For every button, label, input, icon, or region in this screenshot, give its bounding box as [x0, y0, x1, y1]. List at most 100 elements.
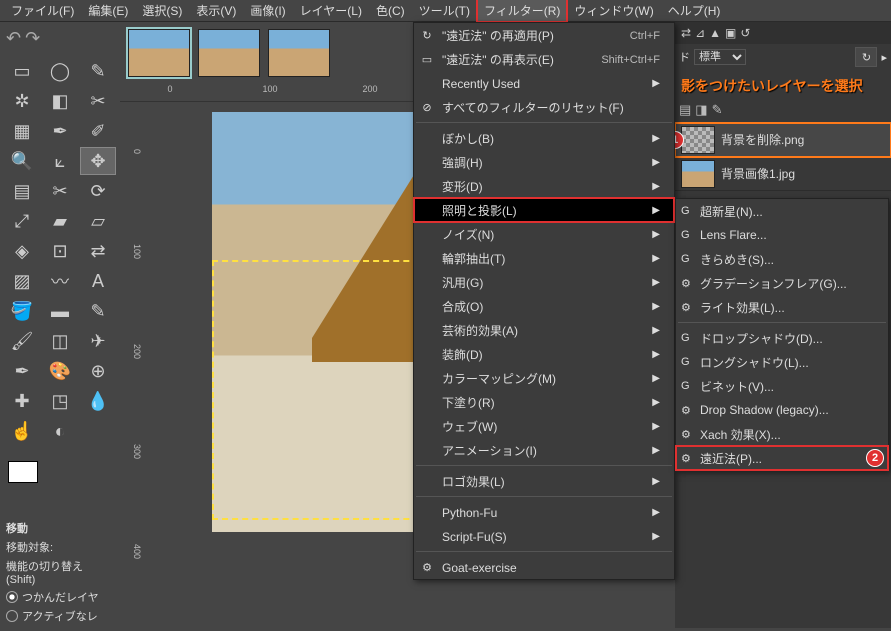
tool-mypaint[interactable]: 🎨: [42, 357, 78, 385]
menu-windows[interactable]: ウィンドウ(W): [567, 0, 660, 22]
submenu-gradient-flare[interactable]: ⚙グラデーションフレア(G)...: [676, 271, 888, 295]
menu-view[interactable]: 表示(V): [189, 0, 243, 22]
menu-select[interactable]: 選択(S): [135, 0, 189, 22]
undo-icon[interactable]: ↶: [6, 28, 21, 49]
tool-color-picker[interactable]: ✐: [80, 117, 116, 145]
tool-paths[interactable]: ✒: [42, 117, 78, 145]
tool-unified[interactable]: ◈: [4, 237, 40, 265]
submenu-long-shadow[interactable]: Gロングシャドウ(L)...: [676, 350, 888, 374]
radio-pick-layer[interactable]: つかんだレイヤ: [6, 589, 114, 605]
filters-distort[interactable]: 変形(D)▶: [414, 174, 674, 198]
menu-layer[interactable]: レイヤー(L): [293, 0, 369, 22]
menu-colors[interactable]: 色(C): [369, 0, 412, 22]
layer-row[interactable]: 背景画像1.jpg: [675, 157, 891, 191]
tool-foreground[interactable]: ▦: [4, 117, 40, 145]
tool-scale[interactable]: ⤢: [4, 207, 40, 235]
tool-text[interactable]: A: [80, 267, 116, 295]
tool-bucket[interactable]: 🪣: [4, 297, 40, 325]
tool-move[interactable]: ✥: [80, 147, 116, 175]
filters-animation[interactable]: アニメーション(I)▶: [414, 438, 674, 462]
submenu-lens-flare[interactable]: GLens Flare...: [676, 223, 888, 247]
tool-rotate[interactable]: ⟳: [80, 177, 116, 205]
pointer-icon[interactable]: ⊿: [695, 26, 705, 40]
menu-file[interactable]: ファイル(F): [4, 0, 81, 22]
menu-edit[interactable]: 編集(E): [81, 0, 135, 22]
filters-recent[interactable]: Recently Used▶: [414, 71, 674, 95]
radio-active-layer[interactable]: アクティブなレ: [6, 608, 114, 624]
tool-measure[interactable]: ⟀: [42, 147, 78, 175]
filters-python-fu[interactable]: Python-Fu▶: [414, 500, 674, 524]
tool-paintbrush[interactable]: 🖌: [4, 327, 40, 355]
filters-enhance[interactable]: 強調(H)▶: [414, 150, 674, 174]
filters-render[interactable]: 下塗り(R)▶: [414, 390, 674, 414]
layer-mode-select[interactable]: 標準: [694, 49, 746, 65]
tool-scissors[interactable]: ✂: [80, 87, 116, 115]
tool-ink[interactable]: ✒: [4, 357, 40, 385]
menu-tools[interactable]: ツール(T): [412, 0, 477, 22]
tool-perspective-clone[interactable]: ◳: [42, 387, 78, 415]
refresh-icon[interactable]: ↻: [855, 47, 877, 67]
tool-flip[interactable]: ⇄: [80, 237, 116, 265]
filters-light-shadow[interactable]: 照明と投影(L)▶: [414, 198, 674, 222]
tool-shear[interactable]: ▰: [42, 207, 78, 235]
tool-blur[interactable]: 💧: [80, 387, 116, 415]
submenu-supernova[interactable]: G超新星(N)...: [676, 199, 888, 223]
tool-clone[interactable]: ⊕: [80, 357, 116, 385]
submenu-lighting[interactable]: ⚙ライト効果(L)...: [676, 295, 888, 319]
tool-heal[interactable]: ✚: [4, 387, 40, 415]
filters-combine[interactable]: 合成(O)▶: [414, 294, 674, 318]
menu-arrow-icon[interactable]: ▸: [881, 51, 887, 64]
filters-generic[interactable]: 汎用(G)▶: [414, 270, 674, 294]
tool-warp[interactable]: 〰: [42, 267, 78, 295]
filters-goat[interactable]: ⚙Goat-exercise: [414, 555, 674, 579]
tool-airbrush[interactable]: ✈: [80, 327, 116, 355]
submenu-sparkle[interactable]: Gきらめき(S)...: [676, 247, 888, 271]
levels-icon[interactable]: ▲: [709, 26, 721, 40]
image-tab[interactable]: [128, 29, 190, 77]
image-tab[interactable]: [268, 29, 330, 77]
paths-tab-icon[interactable]: ✎: [712, 102, 723, 118]
tool-dodge[interactable]: ◐: [42, 417, 78, 445]
redo-icon[interactable]: ↷: [25, 28, 40, 49]
image-tab[interactable]: [198, 29, 260, 77]
menu-filters[interactable]: フィルター(R): [477, 0, 567, 22]
submenu-perspective[interactable]: ⚙ 遠近法(P)... 2: [676, 446, 888, 470]
tool-handle[interactable]: ⊡: [42, 237, 78, 265]
tool-gradient[interactable]: ▬: [42, 297, 78, 325]
menu-image[interactable]: 画像(I): [243, 0, 292, 22]
layer-row[interactable]: 1 背景を削除.png: [675, 123, 891, 157]
filters-blur[interactable]: ぼかし(B)▶: [414, 126, 674, 150]
tool-perspective[interactable]: ▱: [80, 207, 116, 235]
tool-crop[interactable]: ✂: [42, 177, 78, 205]
filters-artistic[interactable]: 芸術的効果(A)▶: [414, 318, 674, 342]
filters-reshow[interactable]: ▭"遠近法" の再表示(E)Shift+Ctrl+F: [414, 47, 674, 71]
filters-repeat[interactable]: ↻"遠近法" の再適用(P)Ctrl+F: [414, 23, 674, 47]
histogram-icon[interactable]: ⇄: [681, 26, 691, 40]
filters-decor[interactable]: 装飾(D)▶: [414, 342, 674, 366]
tool-eraser[interactable]: ◫: [42, 327, 78, 355]
tool-by-color[interactable]: ◧: [42, 87, 78, 115]
channels-tab-icon[interactable]: ◨: [695, 102, 707, 118]
tool-rect-select[interactable]: ▭: [4, 57, 40, 85]
tool-align[interactable]: ▤: [4, 177, 40, 205]
filters-web[interactable]: ウェブ(W)▶: [414, 414, 674, 438]
undo-history-icon[interactable]: ↺: [740, 26, 750, 40]
menu-help[interactable]: ヘルプ(H): [661, 0, 728, 22]
submenu-vignette[interactable]: Gビネット(V)...: [676, 374, 888, 398]
filters-map[interactable]: カラーマッピング(M)▶: [414, 366, 674, 390]
tool-free-select[interactable]: ✎: [80, 57, 116, 85]
nav-icon[interactable]: ▣: [725, 26, 736, 40]
tool-zoom[interactable]: 🔍: [4, 147, 40, 175]
tool-fuzzy-select[interactable]: ✲: [4, 87, 40, 115]
tool-ellipse-select[interactable]: ◯: [42, 57, 78, 85]
submenu-drop-shadow-legacy[interactable]: ⚙Drop Shadow (legacy)...: [676, 398, 888, 422]
filters-reset[interactable]: ⊘すべてのフィルターのリセット(F): [414, 95, 674, 119]
filters-script-fu[interactable]: Script-Fu(S)▶: [414, 524, 674, 548]
tool-smudge[interactable]: ☝: [4, 417, 40, 445]
tool-pencil[interactable]: ✎: [80, 297, 116, 325]
submenu-xach[interactable]: ⚙Xach 効果(X)...: [676, 422, 888, 446]
filters-edge[interactable]: 輪郭抽出(T)▶: [414, 246, 674, 270]
filters-logo[interactable]: ロゴ効果(L)▶: [414, 469, 674, 493]
submenu-drop-shadow[interactable]: Gドロップシャドウ(D)...: [676, 326, 888, 350]
fg-bg-colors[interactable]: [8, 461, 58, 501]
